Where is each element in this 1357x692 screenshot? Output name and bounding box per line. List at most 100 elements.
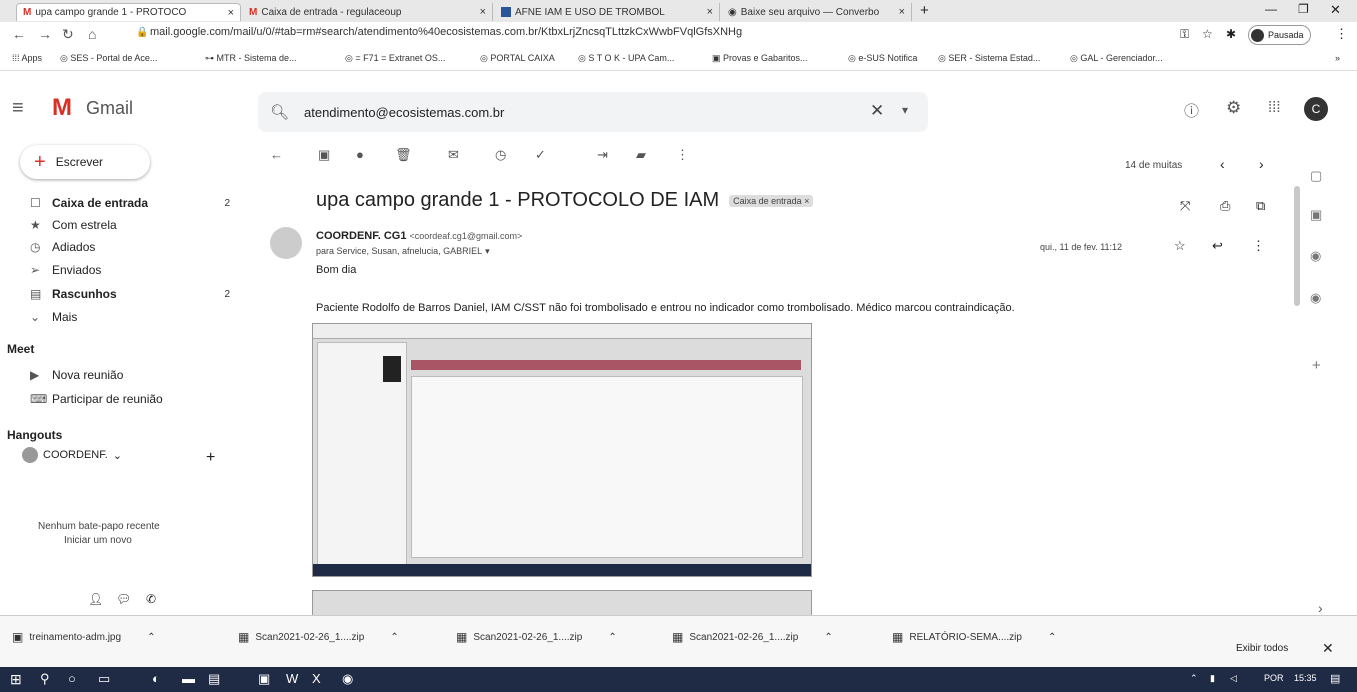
new-window-icon[interactable]: ⧉ (1256, 198, 1265, 214)
outlook-icon[interactable]: ▣ (258, 671, 270, 687)
mark-unread-icon[interactable]: ✉ (448, 147, 459, 163)
download-item-2[interactable]: ▦ Scan2021-02-26_1....zip ⌃ (238, 630, 399, 644)
bookmark-ses[interactable]: ◎ SES - Portal de Ace... (60, 53, 157, 64)
word-icon[interactable]: W (286, 671, 298, 686)
start-chat-link[interactable]: Iniciar um novo (64, 535, 132, 546)
bookmark-f71[interactable]: ◎ = F71 = Extranet OS... (345, 53, 445, 64)
meet-join-meeting[interactable]: ⌨ Participar de reunião (30, 392, 230, 406)
chevron-up-icon[interactable]: ⌃ (1048, 632, 1056, 643)
browser-menu-icon[interactable]: ⋮ (1335, 26, 1348, 42)
tab-afne-iam[interactable]: AFNE IAM E USO DE TROMBOL × (495, 3, 720, 21)
chevron-up-icon[interactable]: ⌃ (824, 632, 832, 643)
tasks-icon[interactable]: ◉ (1310, 248, 1321, 264)
inline-screenshot-image[interactable] (312, 323, 812, 577)
tab-caixa-entrada[interactable]: M Caixa de entrada - regulaceoup × (243, 3, 493, 21)
search-icon[interactable]: ⚲ (40, 671, 50, 687)
delete-icon[interactable]: 🗑︎ (395, 147, 412, 163)
close-icon[interactable]: × (707, 6, 713, 18)
person-icon[interactable]: 👤︎ (88, 592, 103, 606)
extensions-icon[interactable]: ✱ (1226, 27, 1236, 41)
tab-upa-protocolo[interactable]: M upa campo grande 1 - PROTOCO × (16, 3, 241, 21)
clock[interactable]: 15:35 (1294, 673, 1317, 683)
clear-search-icon[interactable]: ✕ (870, 101, 884, 121)
volume-icon[interactable]: ◁ (1230, 673, 1237, 684)
second-inline-screenshot-image[interactable] (312, 590, 812, 616)
move-to-icon[interactable]: ⇥ (597, 147, 608, 163)
edge-icon[interactable]: ◐ (152, 671, 160, 686)
nav-more[interactable]: ⌄ Mais (30, 310, 230, 324)
recipients-line[interactable]: para Service, Susan, afnelucia, GABRIEL … (316, 246, 490, 257)
download-item-5[interactable]: ▦ RELATÓRIO-SEMA....zip ⌃ (892, 630, 1056, 644)
close-downloads-icon[interactable]: ✕ (1322, 640, 1334, 657)
search-input[interactable]: atendimento@ecosistemas.com.br (304, 105, 504, 120)
store-icon[interactable]: ▤ (208, 671, 220, 687)
windows-start-icon[interactable]: ⊞ (10, 671, 22, 688)
bookmark-stok[interactable]: ◎ S T O K - UPA Cam... (578, 53, 674, 64)
report-spam-icon[interactable]: ● (356, 147, 364, 162)
new-chat-plus-icon[interactable]: + (206, 449, 215, 467)
task-view-icon[interactable]: ▭ (98, 671, 110, 687)
search-options-icon[interactable]: ▾ (902, 103, 908, 117)
archive-icon[interactable]: ▣ (318, 147, 330, 163)
more-bookmarks-icon[interactable]: » (1335, 53, 1340, 63)
show-all-downloads-button[interactable]: Exibir todos (1236, 643, 1288, 654)
sender-name[interactable]: COORDENF. CG1 (316, 230, 406, 242)
nav-inbox[interactable]: ☐ Caixa de entrada 2 (30, 196, 230, 210)
reply-icon[interactable]: ↩ (1212, 238, 1223, 254)
newer-chevron-icon[interactable]: ‹ (1220, 156, 1225, 172)
bookmark-ser[interactable]: ◎ SER - Sistema Estad... (938, 53, 1040, 64)
chevron-up-icon[interactable]: ⌃ (608, 632, 616, 643)
add-addon-plus-icon[interactable]: + (1312, 357, 1321, 374)
bookmark-gal[interactable]: ◎ GAL - Gerenciador... (1070, 53, 1163, 64)
home-icon[interactable]: ⌂ (88, 26, 96, 42)
search-bar[interactable]: 🔍︎ atendimento@ecosistemas.com.br ✕ ▾ (258, 92, 928, 132)
maximize-icon[interactable]: ❐ (1298, 2, 1309, 16)
hamburger-menu-icon[interactable]: ≡ (12, 97, 24, 120)
help-icon[interactable]: ⓘ (1184, 100, 1199, 121)
inbox-label-chip[interactable]: Caixa de entrada × (729, 194, 814, 207)
network-icon[interactable]: ▮ (1210, 673, 1215, 684)
profile-button[interactable]: Pausada (1248, 25, 1311, 45)
url-field[interactable]: mail.google.com/mail/u/0/#tab=rm#search/… (150, 26, 742, 38)
nav-drafts[interactable]: ▤ Rascunhos 2 (30, 287, 230, 301)
download-item-3[interactable]: ▦ Scan2021-02-26_1....zip ⌃ (456, 630, 617, 644)
tray-arrow-icon[interactable]: ⌃ (1190, 673, 1198, 684)
download-item-1[interactable]: ▣ treinamento-adm.jpg ⌃ (12, 630, 155, 644)
bookmark-portal-caixa[interactable]: ◎ PORTAL CAIXA (480, 53, 555, 64)
gmail-logo-icon[interactable]: M (52, 94, 72, 122)
notifications-icon[interactable]: ▤ (1330, 672, 1340, 685)
back-to-list-icon[interactable]: ← (270, 147, 283, 162)
nav-starred[interactable]: ★ Com estrela (30, 218, 230, 232)
snooze-icon[interactable]: ◷ (495, 147, 506, 163)
close-icon[interactable]: × (899, 6, 905, 18)
back-arrow-icon[interactable]: ← (12, 26, 26, 42)
older-chevron-icon[interactable]: › (1259, 156, 1264, 172)
settings-gear-icon[interactable]: ⚙ (1226, 98, 1241, 118)
nav-sent[interactable]: ➢ Enviados (30, 263, 230, 277)
apps-grid-icon[interactable]: ⁞⁞⁞ (1268, 99, 1281, 116)
hangouts-user[interactable]: COORDENF. ⌄ (22, 447, 122, 463)
meet-new-meeting[interactable]: ▶ Nova reunião (30, 368, 230, 382)
bookmark-esus[interactable]: ◎ e-SUS Notifica (848, 53, 917, 64)
minimize-icon[interactable]: — (1265, 2, 1277, 16)
chrome-icon[interactable]: ◉ (342, 671, 353, 687)
forward-arrow-icon[interactable]: → (38, 26, 52, 42)
reload-icon[interactable]: ↻ (62, 26, 74, 43)
window-close-icon[interactable]: ✕ (1330, 2, 1341, 18)
sender-avatar[interactable] (270, 227, 302, 259)
keep-icon[interactable]: ▣ (1310, 207, 1322, 223)
scrollbar[interactable] (1294, 186, 1300, 306)
excel-icon[interactable]: X (312, 671, 321, 686)
more-options-icon[interactable]: ⋮ (1252, 238, 1265, 254)
calendar-icon[interactable]: ▢ (1310, 168, 1322, 184)
nav-snoozed[interactable]: ◷ Adiados (30, 240, 230, 254)
chevron-up-icon[interactable]: ⌃ (390, 632, 398, 643)
close-icon[interactable]: × (480, 6, 486, 18)
language-indicator[interactable]: POR (1264, 673, 1284, 683)
new-tab-button[interactable]: + (920, 2, 929, 19)
add-task-icon[interactable]: ✓ (535, 147, 546, 163)
print-icon[interactable]: ⎙ (1220, 198, 1230, 214)
chevron-up-icon[interactable]: ⌃ (147, 632, 155, 643)
search-icon[interactable]: 🔍︎ (270, 103, 289, 121)
phone-icon[interactable]: ✆ (146, 592, 156, 606)
